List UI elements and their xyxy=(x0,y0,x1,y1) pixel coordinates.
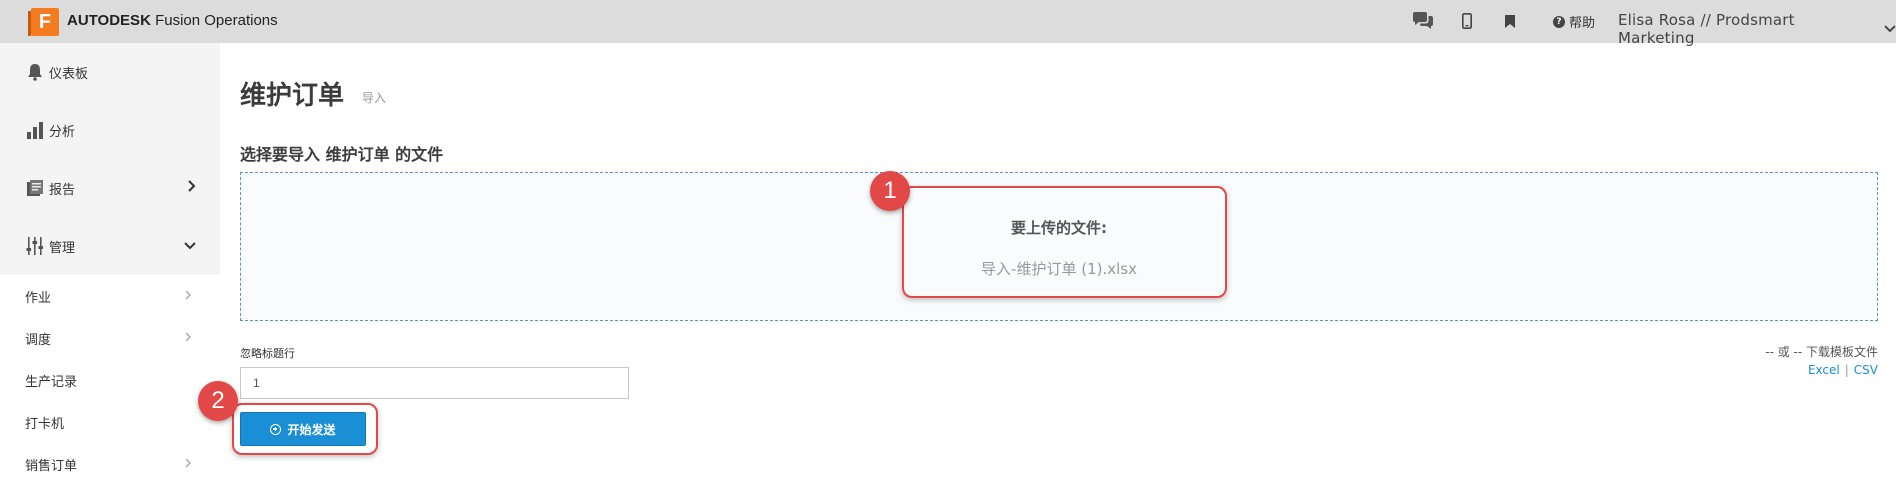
top-bar: F AUTODESK Fusion Operations ? 帮助 Elisa … xyxy=(0,0,1896,47)
sidebar-item-time-clock[interactable]: 打卡机 xyxy=(0,401,220,443)
sidebar-item-label: 打卡机 xyxy=(25,416,65,432)
sidebar-item-label: 仪表板 xyxy=(49,66,89,82)
page-subtitle: 导入 xyxy=(362,91,387,105)
sidebar: 仪表板 分析 报告 管理 作业 调度 生产记录 打卡机 销售订单 xyxy=(0,43,220,477)
step-marker-1: 1 xyxy=(870,171,910,211)
chevron-right-icon xyxy=(188,180,196,196)
section-title: 选择要导入 维护订单 的文件 xyxy=(240,145,444,164)
sidebar-item-label: 生产记录 xyxy=(25,374,78,390)
bell-icon xyxy=(25,61,45,83)
ignore-header-rows-input[interactable] xyxy=(240,367,629,399)
sidebar-item-label: 销售订单 xyxy=(25,458,78,474)
page-title: 维护订单 xyxy=(240,81,345,111)
mobile-icon[interactable] xyxy=(1459,10,1475,32)
user-menu[interactable]: Elisa Rosa // Prodsmart Marketing xyxy=(1618,11,1896,47)
bar-chart-icon xyxy=(25,119,45,141)
sidebar-item-reports[interactable]: 报告 xyxy=(0,159,220,217)
chat-icon[interactable] xyxy=(1410,10,1436,32)
step-marker-2: 2 xyxy=(198,381,238,421)
sliders-icon xyxy=(25,235,45,257)
sidebar-item-label: 管理 xyxy=(49,240,76,256)
sidebar-item-analytics[interactable]: 分析 xyxy=(0,101,220,159)
sidebar-item-jobs[interactable]: 作业 xyxy=(0,275,220,317)
help-link[interactable]: ? 帮助 xyxy=(1553,12,1595,31)
highlight-box-button xyxy=(232,403,378,455)
chevron-right-icon xyxy=(185,331,192,345)
highlight-box-file xyxy=(902,186,1227,298)
csv-template-link[interactable]: CSV xyxy=(1854,363,1878,377)
sidebar-item-production-records[interactable]: 生产记录 xyxy=(0,359,220,401)
sidebar-item-label: 分析 xyxy=(49,124,76,140)
sidebar-item-sales-orders[interactable]: 销售订单 xyxy=(0,443,220,477)
help-label: 帮助 xyxy=(1569,16,1596,31)
excel-template-link[interactable]: Excel xyxy=(1808,363,1840,377)
chevron-right-icon xyxy=(185,457,192,471)
brand-name: AUTODESK Fusion Operations xyxy=(67,12,278,29)
template-links: Excel | CSV xyxy=(1808,363,1878,377)
template-link-separator: | xyxy=(1844,363,1849,377)
sidebar-item-dashboard[interactable]: 仪表板 xyxy=(0,43,220,101)
help-icon: ? xyxy=(1553,15,1565,28)
sidebar-item-scheduling[interactable]: 调度 xyxy=(0,317,220,359)
brand-autodesk: AUTODESK xyxy=(67,12,151,29)
brand-product: Fusion Operations xyxy=(155,12,278,29)
ignore-header-label: 忽略标题行 xyxy=(240,347,295,360)
chevron-down-icon xyxy=(1884,25,1896,33)
sidebar-item-label: 调度 xyxy=(25,332,52,348)
chevron-right-icon xyxy=(185,289,192,303)
report-icon xyxy=(25,177,45,199)
download-template-text: -- 或 -- 下载模板文件 xyxy=(1765,345,1878,359)
fusion-logo[interactable]: F xyxy=(28,8,59,36)
bookmark-icon[interactable] xyxy=(1503,10,1517,32)
user-label: Elisa Rosa // Prodsmart Marketing xyxy=(1618,11,1795,47)
sidebar-item-label: 作业 xyxy=(25,290,52,306)
sidebar-item-manage[interactable]: 管理 xyxy=(0,217,220,275)
chevron-down-icon xyxy=(184,239,196,254)
sidebar-item-label: 报告 xyxy=(49,182,76,198)
